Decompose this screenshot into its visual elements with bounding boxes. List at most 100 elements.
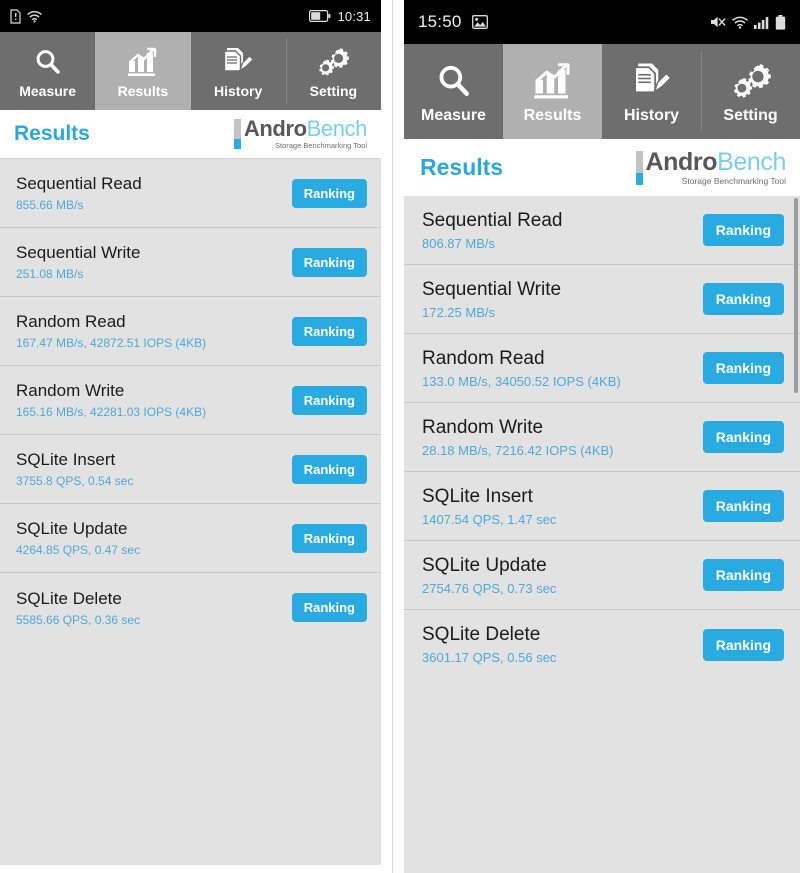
row-value: 165.16 MB/s, 42281.03 IOPS (4KB) <box>16 405 207 419</box>
logo-bench: Bench <box>717 147 786 176</box>
table-row[interactable]: Sequential Write 172.25 MB/s Ranking <box>404 265 800 334</box>
row-value: 855.66 MB/s <box>16 198 84 212</box>
row-value: 3755.8 QPS, 0.54 sec <box>16 474 134 488</box>
table-row[interactable]: Sequential Read 806.87 MB/s Ranking <box>404 196 800 265</box>
logo-text: AndroBench Storage Benchmarking Tool <box>645 147 787 186</box>
row-value: 1407.54 QPS, 1.47 sec <box>422 511 557 527</box>
logo-bench: Bench <box>306 116 368 142</box>
row-title: Sequential Read <box>16 174 142 193</box>
right-phone-panel: 15:50 Measure Results History Setting Re… <box>404 0 800 873</box>
table-row[interactable]: SQLite Insert 1407.54 QPS, 1.47 sec Rank… <box>404 472 800 541</box>
wifi-icon <box>732 16 748 29</box>
row-value: 4264.85 QPS, 0.47 sec <box>16 543 141 557</box>
tab-history[interactable]: History <box>191 32 286 110</box>
row-value: 5585.66 QPS, 0.36 sec <box>16 612 141 627</box>
scrollbar-thumb[interactable] <box>794 198 798 393</box>
ranking-button[interactable]: Ranking <box>291 316 367 346</box>
tab-setting[interactable]: Setting <box>285 32 381 110</box>
list-scrollbar[interactable] <box>794 196 798 873</box>
table-row[interactable]: Random Read 133.0 MB/s, 34050.52 IOPS (4… <box>404 334 800 403</box>
document-pencil-icon <box>632 59 672 103</box>
left-page-title: Results <box>14 122 90 145</box>
row-value: 28.18 MB/s, 7216.42 IOPS (4KB) <box>422 442 614 458</box>
row-value: 806.87 MB/s <box>422 235 495 251</box>
tab-setting-label: Setting <box>309 82 358 99</box>
gears-icon <box>730 59 772 103</box>
row-value: 133.0 MB/s, 34050.52 IOPS (4KB) <box>422 373 621 389</box>
tab-results[interactable]: Results <box>95 32 191 110</box>
comparison-screenshot: 10:31 Measure Results History Setting Re… <box>0 0 800 873</box>
right-page-title: Results <box>420 154 504 180</box>
row-title: SQLite Delete <box>422 624 541 645</box>
right-tab-bar: Measure Results History Setting <box>404 44 800 139</box>
ranking-button[interactable]: Ranking <box>702 421 784 453</box>
ranking-button[interactable]: Ranking <box>702 352 784 384</box>
ranking-button[interactable]: Ranking <box>291 247 367 277</box>
row-value: 172.25 MB/s <box>422 304 495 320</box>
row-value: 167.47 MB/s, 42872.51 IOPS (4KB) <box>16 336 207 350</box>
ranking-button[interactable]: Ranking <box>291 523 367 553</box>
tab-measure[interactable]: Measure <box>404 44 503 139</box>
right-status-bar: 15:50 <box>404 0 800 44</box>
row-title: SQLite Insert <box>422 485 533 507</box>
logo-bar-mark <box>233 119 241 149</box>
table-row[interactable]: Random Write 28.18 MB/s, 7216.42 IOPS (4… <box>404 403 800 472</box>
ranking-button[interactable]: Ranking <box>702 628 784 661</box>
table-row[interactable]: Random Write 165.16 MB/s, 42281.03 IOPS … <box>0 366 381 435</box>
left-status-left-icons <box>10 8 42 24</box>
tab-measure[interactable]: Measure <box>0 32 95 110</box>
table-row[interactable]: SQLite Delete 3601.17 QPS, 0.56 sec Rank… <box>404 610 800 679</box>
row-title: SQLite Insert <box>16 450 116 469</box>
table-row[interactable]: Sequential Read 855.66 MB/s Ranking <box>0 159 381 228</box>
ranking-button[interactable]: Ranking <box>702 283 784 315</box>
row-value: 3601.17 QPS, 0.56 sec <box>422 650 557 665</box>
tab-results-label: Results <box>523 106 582 124</box>
table-row[interactable]: SQLite Delete 5585.66 QPS, 0.36 sec Rank… <box>0 573 381 642</box>
logo-andro: Andro <box>645 147 718 176</box>
tab-setting[interactable]: Setting <box>701 44 800 139</box>
ranking-button[interactable]: Ranking <box>291 593 367 622</box>
right-results-list[interactable]: Sequential Read 806.87 MB/s Ranking Sequ… <box>404 196 800 873</box>
left-phone-panel: 10:31 Measure Results History Setting Re… <box>0 0 381 873</box>
table-row[interactable]: SQLite Update 2754.76 QPS, 0.73 sec Rank… <box>404 541 800 610</box>
table-row[interactable]: SQLite Insert 3755.8 QPS, 0.54 sec Ranki… <box>0 435 381 504</box>
tab-measure-label: Measure <box>19 82 77 99</box>
row-title: SQLite Update <box>16 519 128 538</box>
left-status-bar: 10:31 <box>0 0 381 32</box>
row-title: Random Read <box>16 312 126 331</box>
bar-chart-arrow-icon <box>127 44 159 80</box>
right-status-right-icons <box>710 14 786 30</box>
left-status-right-area: 10:31 <box>309 9 371 24</box>
right-status-time: 15:50 <box>418 12 462 31</box>
ranking-button[interactable]: Ranking <box>702 559 784 591</box>
right-header: Results AndroBench Storage Benchmarking … <box>404 139 800 196</box>
ranking-button[interactable]: Ranking <box>702 490 784 522</box>
row-title: Sequential Write <box>16 243 141 262</box>
table-row[interactable]: Random Read 167.47 MB/s, 42872.51 IOPS (… <box>0 297 381 366</box>
bar-chart-arrow-icon <box>533 59 573 103</box>
battery-icon <box>309 10 331 22</box>
row-title: SQLite Update <box>422 554 547 576</box>
left-results-list[interactable]: Sequential Read 855.66 MB/s Ranking Sequ… <box>0 158 381 873</box>
battery-icon <box>775 14 786 30</box>
logo-tagline: Storage Benchmarking Tool <box>275 141 367 151</box>
logo-tagline: Storage Benchmarking Tool <box>681 175 786 186</box>
tab-history[interactable]: History <box>602 44 701 139</box>
row-title: Random Read <box>422 347 545 369</box>
tab-measure-label: Measure <box>421 106 486 124</box>
ranking-button[interactable]: Ranking <box>291 385 367 415</box>
tab-results[interactable]: Results <box>503 44 602 139</box>
wifi-icon <box>27 10 42 23</box>
left-header: Results AndroBench Storage Benchmarking … <box>0 110 381 158</box>
ranking-button[interactable]: Ranking <box>291 454 367 484</box>
mute-icon <box>710 15 726 29</box>
row-title: Sequential Read <box>422 209 563 231</box>
ranking-button[interactable]: Ranking <box>702 214 784 246</box>
table-row[interactable]: Sequential Write 251.08 MB/s Ranking <box>0 228 381 297</box>
ranking-button[interactable]: Ranking <box>291 178 367 208</box>
table-row[interactable]: SQLite Update 4264.85 QPS, 0.47 sec Rank… <box>0 504 381 573</box>
logo-text: AndroBench Storage Benchmarking Tool <box>244 116 368 151</box>
document-pencil-icon <box>222 44 254 80</box>
tab-history-label: History <box>623 106 680 124</box>
left-status-time: 10:31 <box>337 8 371 24</box>
